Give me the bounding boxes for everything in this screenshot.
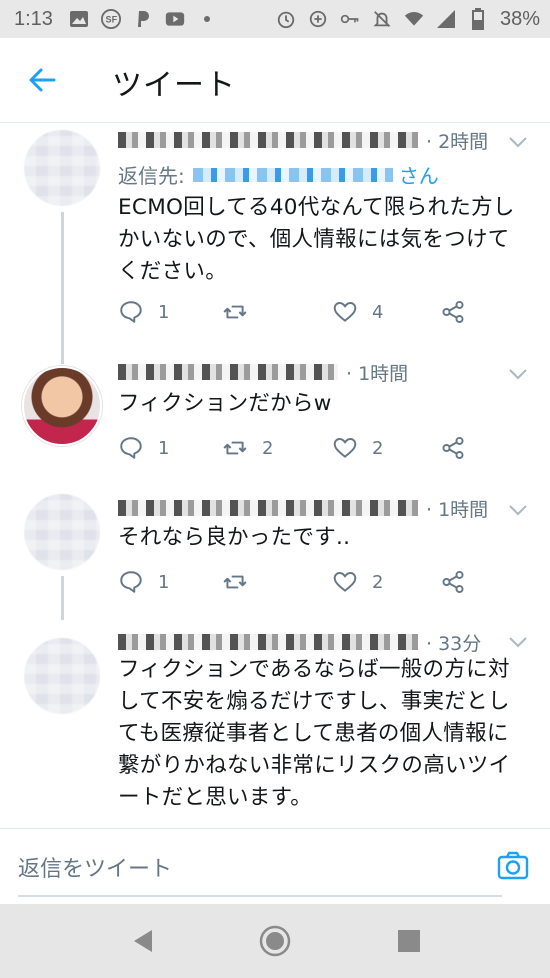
key-icon <box>340 9 360 29</box>
page-title: ツイート <box>112 68 236 103</box>
username-blurred <box>118 634 418 650</box>
username-blurred <box>118 132 418 148</box>
dot-icon <box>197 9 217 29</box>
chevron-down-icon[interactable] <box>508 634 528 648</box>
home-circle-icon[interactable] <box>258 924 292 958</box>
reply-icon <box>120 301 142 323</box>
reply-button[interactable]: 1 <box>118 296 169 328</box>
username-blurred <box>118 500 418 516</box>
tweet[interactable]: · 2時間 返信先: さん ECMO回してる40代なんて限られた方しかいないので… <box>0 122 550 350</box>
reply-icon <box>120 571 142 593</box>
heart-icon <box>333 302 357 322</box>
avatar[interactable] <box>24 638 100 714</box>
heart-icon <box>333 572 357 592</box>
thread-line <box>61 350 64 364</box>
tweet-actions: 1 4 <box>118 296 530 328</box>
tweet-meta: · 33分 <box>118 628 481 656</box>
status-bar: 1:13 SF 38% <box>0 0 550 38</box>
retweet-icon <box>223 441 247 455</box>
tweet-actions: 1 2 2 <box>118 432 530 464</box>
share-icon <box>442 300 464 324</box>
input-underline <box>18 895 502 897</box>
retweet-button[interactable] <box>222 566 262 598</box>
wifi-icon <box>404 9 424 29</box>
alarm-icon <box>276 9 296 29</box>
chevron-down-icon[interactable] <box>508 134 528 148</box>
reply-button[interactable]: 1 <box>118 566 169 598</box>
image-icon <box>69 9 89 29</box>
mute-icon <box>372 9 392 29</box>
tweet-text: ECMO回してる40代なんて限られた方しかいないので、個人情報には気をつけてくだ… <box>118 195 515 284</box>
status-time: 1:13 <box>14 7 53 30</box>
back-triangle-icon[interactable] <box>128 926 158 956</box>
tweet-time: · 33分 <box>426 632 482 655</box>
tweet-meta: · 2時間 <box>118 126 488 154</box>
retweet-button[interactable]: 2 <box>222 432 273 464</box>
thread-line <box>61 212 64 350</box>
share-button[interactable] <box>440 566 466 598</box>
system-nav-bar <box>0 904 550 978</box>
like-button[interactable]: 2 <box>332 566 383 598</box>
app-header: ツイート <box>0 38 550 123</box>
tweet-actions: 1 2 <box>118 566 530 598</box>
share-icon <box>442 436 464 460</box>
svg-text:SF: SF <box>105 15 117 25</box>
youtube-icon <box>165 9 185 29</box>
tweet-text: フィクションだからw <box>118 391 332 416</box>
reply-to: 返信先: さん <box>118 164 439 188</box>
p-icon <box>133 9 153 29</box>
tweet-meta: · 1時間 <box>118 494 488 522</box>
battery-icon <box>468 8 488 30</box>
reply-compose-bar: 返信をツイート <box>0 828 550 905</box>
like-button[interactable]: 4 <box>332 296 383 328</box>
recents-square-icon[interactable] <box>394 926 424 956</box>
tweet[interactable]: · 1時間 フィクションだからw 1 2 2 <box>0 350 550 480</box>
reply-input[interactable]: 返信をツイート <box>18 851 172 883</box>
avatar[interactable] <box>24 130 100 206</box>
share-button[interactable] <box>440 296 466 328</box>
data-saver-icon <box>308 9 328 29</box>
tweet-meta: · 1時間 <box>118 358 408 386</box>
retweet-button[interactable] <box>222 296 262 328</box>
tweet[interactable]: · 1時間 それなら良かったです.. 1 2 <box>0 480 550 620</box>
tweet-time: · 2時間 <box>426 130 489 153</box>
mention-blurred[interactable] <box>192 167 393 182</box>
reply-icon <box>120 437 142 459</box>
chevron-down-icon[interactable] <box>508 502 528 516</box>
arrow-left-icon[interactable] <box>26 64 58 96</box>
tweet[interactable]: · 33分 フィクションであるならば一般の方に対して不安を煽るだけですし、事実だ… <box>0 620 550 828</box>
camera-icon[interactable] <box>496 849 530 883</box>
signal-icon <box>436 9 456 29</box>
battery-percent: 38% <box>499 7 540 30</box>
avatar[interactable] <box>22 366 102 446</box>
thread-line <box>61 576 64 620</box>
tweet-time: · 1時間 <box>426 498 489 521</box>
share-icon <box>442 570 464 594</box>
reply-button[interactable]: 1 <box>118 432 169 464</box>
share-button[interactable] <box>440 432 466 464</box>
tweet-text: フィクションであるならば一般の方に対して不安を煽るだけですし、事実だとしても医療… <box>118 657 511 810</box>
chevron-down-icon[interactable] <box>508 366 528 380</box>
like-button[interactable]: 2 <box>332 432 383 464</box>
tweet-time: · 1時間 <box>346 362 409 385</box>
sf-icon: SF <box>100 9 121 29</box>
tweet-text: それなら良かったです.. <box>118 525 351 550</box>
username-blurred <box>118 364 338 380</box>
retweet-icon <box>223 575 247 589</box>
heart-icon <box>333 438 357 458</box>
avatar[interactable] <box>24 494 100 570</box>
retweet-icon <box>223 305 247 319</box>
